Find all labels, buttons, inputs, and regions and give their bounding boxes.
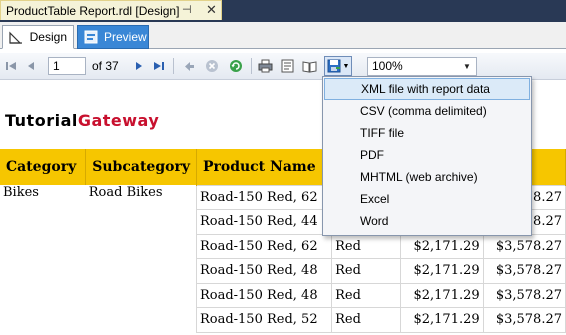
chevron-down-icon: ▼ (342, 62, 350, 70)
chevron-down-icon: ▼ (463, 62, 471, 71)
zoom-select[interactable]: 100% ▼ (367, 57, 477, 76)
stop-icon[interactable] (204, 57, 220, 75)
menu-item-xml[interactable]: XML file with report data (324, 78, 530, 100)
toolbar-separator (173, 58, 174, 74)
cost-cell: $2,171.29 (400, 258, 484, 284)
color-cell: Red (331, 233, 402, 259)
next-page-icon[interactable] (132, 57, 146, 75)
page-count: of 37 (92, 59, 119, 73)
cost-cell: $2,171.29 (400, 233, 484, 259)
close-icon[interactable]: ✕ (206, 2, 217, 18)
print-layout-icon[interactable] (279, 57, 295, 75)
category-cell: Bikes (3, 185, 39, 200)
price-cell: $3,578.27 (482, 233, 566, 259)
tab-preview[interactable]: Preview (77, 25, 149, 49)
document-tab-title: ProductTable Report.rdl [Design] (6, 3, 180, 18)
first-page-icon[interactable] (4, 57, 18, 75)
design-icon (9, 29, 24, 45)
page-setup-icon[interactable] (301, 57, 317, 75)
color-cell: Red (331, 282, 402, 308)
price-cell: $3,578.27 (482, 307, 566, 333)
product-name-cell: Road-150 Red, 48 (195, 282, 333, 308)
document-tab[interactable]: ProductTable Report.rdl [Design] ⊣ ✕ (0, 0, 222, 20)
menu-item-mhtml[interactable]: MHTML (web archive) (324, 166, 530, 188)
header-subcategory: Subcategory (85, 149, 197, 185)
menu-item-pdf[interactable]: PDF (324, 144, 530, 166)
menu-item-csv[interactable]: CSV (comma delimited) (324, 100, 530, 122)
refresh-icon[interactable] (228, 57, 244, 75)
subcategory-cell: Road Bikes (88, 185, 163, 200)
toolbar-separator (251, 58, 252, 74)
tab-design[interactable]: Design (2, 25, 74, 49)
pin-icon[interactable]: ⊣ (182, 3, 192, 16)
tutorial-gateway-logo: TutorialGateway (5, 111, 159, 130)
previous-page-icon[interactable] (24, 57, 38, 75)
back-icon[interactable] (181, 57, 197, 75)
zoom-value: 100% (372, 59, 403, 73)
header-product-name: Product Name (196, 149, 333, 185)
product-name-cell: Road-150 Red, 62 (195, 233, 333, 259)
color-cell: Red (331, 258, 402, 284)
export-menu: XML file with report data CSV (comma del… (322, 76, 532, 236)
price-cell: $3,578.27 (482, 282, 566, 308)
last-page-icon[interactable] (152, 57, 166, 75)
tab-design-label: Design (29, 30, 67, 44)
tab-preview-label: Preview (104, 30, 147, 44)
product-name-cell: Road-150 Red, 44 (195, 209, 333, 235)
price-cell: $3,578.27 (482, 258, 566, 284)
export-button[interactable]: ▼ (324, 56, 352, 76)
page-number-input[interactable]: 1 (48, 57, 86, 75)
view-tabs: Design Preview (0, 22, 566, 49)
logo-part-1: Tutorial (5, 111, 78, 130)
menu-item-word[interactable]: Word (324, 210, 530, 232)
menu-item-tiff[interactable]: TIFF file (324, 122, 530, 144)
print-icon[interactable] (257, 57, 273, 75)
header-category: Category (0, 149, 87, 185)
cost-cell: $2,171.29 (400, 282, 484, 308)
logo-part-2: Gateway (77, 111, 160, 130)
cost-cell: $2,171.29 (400, 307, 484, 333)
product-name-cell: Road-150 Red, 62 (195, 184, 333, 210)
save-export-icon (327, 59, 341, 73)
color-cell: Red (331, 307, 402, 333)
document-tab-strip: ProductTable Report.rdl [Design] ⊣ ✕ (0, 0, 566, 22)
menu-item-excel[interactable]: Excel (324, 188, 530, 210)
preview-icon (84, 29, 98, 45)
product-name-cell: Road-150 Red, 48 (195, 258, 333, 284)
product-name-cell: Road-150 Red, 52 (195, 307, 333, 333)
